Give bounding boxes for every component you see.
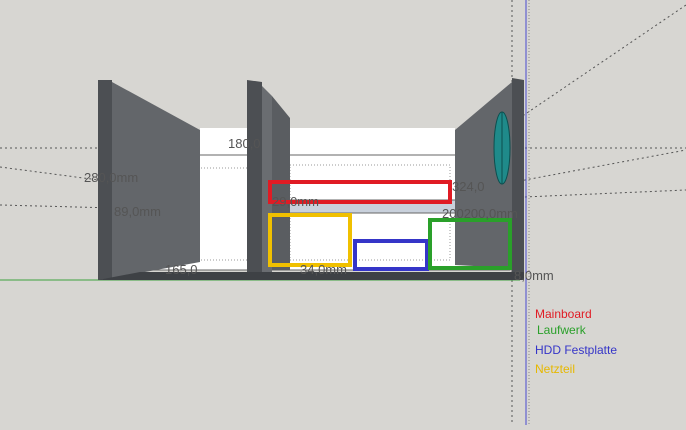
dimension-label: 165,0: [165, 262, 198, 277]
dimension-label: 180,0: [228, 136, 261, 151]
legend-laufwerk: Laufwerk: [537, 323, 586, 337]
legend-mainboard: Mainboard: [535, 307, 592, 321]
model-canvas[interactable]: [0, 0, 686, 425]
legend-hdd: HDD Festplatte: [535, 343, 618, 357]
dimension-label: 29,0mm: [272, 194, 319, 209]
right-outer-panel: [512, 78, 524, 278]
dimension-label: 34,0mm: [300, 262, 347, 277]
dimension-label: 89,0mm: [114, 204, 161, 219]
dimension-label: 280,0mm: [84, 170, 139, 185]
legend-netzteil: Netzteil: [535, 362, 576, 376]
dimension-label: 200200,0mm: [442, 206, 518, 221]
sketchup-viewport[interactable]: 180,0 280,0mm 89,0mm 29,0mm 324,0 200200…: [0, 0, 686, 425]
dimension-label: 324,0: [452, 179, 485, 194]
dimension-label: 8,0mm: [514, 268, 554, 283]
middle-panel-a: [247, 80, 262, 278]
